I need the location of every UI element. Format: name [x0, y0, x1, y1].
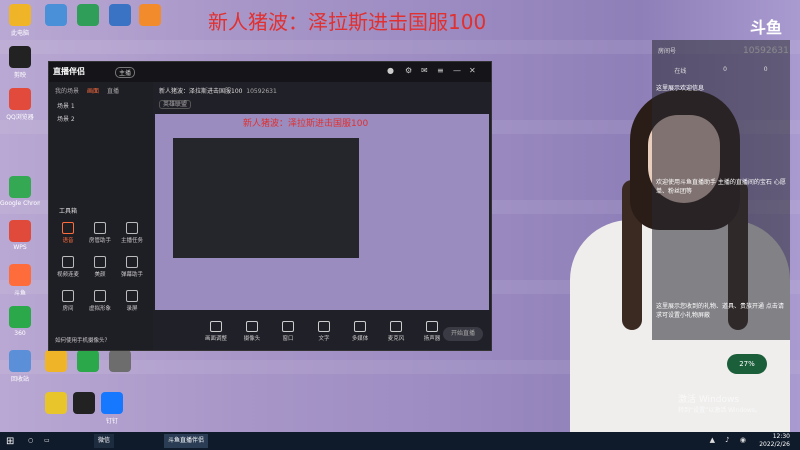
desktop-icon[interactable]: 360	[0, 306, 40, 337]
tool-media[interactable]: 多媒体	[347, 320, 373, 342]
tool-beauty[interactable]: 美颜	[85, 256, 115, 278]
tool-window[interactable]: 窗口	[275, 320, 301, 342]
desktop: 此电脑 剪映 QQ浏览器 Google Chrome WPS 斗鱼 360 回收…	[0, 0, 800, 432]
stream-info: 新人猪波：泽拉斯进击国服100 10592631	[153, 82, 491, 99]
avatar-icon[interactable]: ●	[387, 66, 394, 75]
stream-title-watermark: 新人猪波：泽拉斯进击国服100	[208, 10, 487, 34]
tab-scenes[interactable]: 我的场景	[55, 86, 79, 95]
tool-room[interactable]: 房间	[53, 290, 83, 312]
stream-preview[interactable]: 新人猪波：泽拉斯进击国服100	[155, 114, 489, 310]
start-icon[interactable]: ⊞	[6, 436, 14, 447]
desktop-icon[interactable]: 回收站	[0, 350, 40, 383]
toolbox-title: 工具箱	[59, 208, 78, 215]
main-area: 新人猪波：泽拉斯进击国服100 10592631 英雄联盟 新人猪波：泽拉斯进击…	[153, 82, 491, 350]
app-logo: 直播伴侣	[53, 67, 85, 76]
mail-icon[interactable]: ✉	[421, 66, 428, 75]
desktop-icon[interactable]	[130, 4, 170, 26]
sidebar: 我的场景 画面 直播 场景 1 场景 2 工具箱 语音 房管助手 主播任务 视频…	[49, 82, 154, 350]
phone-camera-tip[interactable]: 如何使用手机摄像头？	[55, 336, 110, 344]
tool-avatar[interactable]: 虚拟形象	[85, 290, 115, 312]
activate-windows-notice: 激活 Windows 转到“设置”以激活 Windows。	[678, 395, 761, 414]
tool-speaker[interactable]: 扬声器	[419, 320, 445, 342]
preview-watermark: 新人猪波：泽拉斯进击国服100	[243, 119, 369, 129]
tool-tasks[interactable]: 主播任务	[117, 222, 147, 244]
desktop-icon[interactable]	[100, 350, 140, 372]
assistant-message: 欢迎使用斗鱼直播助手 主播的直播间的宝石 心愿单、粉丝团等	[656, 179, 786, 195]
scene-item[interactable]: 场景 1	[49, 99, 153, 112]
tool-room-admin[interactable]: 房管助手	[85, 222, 115, 244]
live-id: 10592631	[246, 88, 277, 95]
system-tray[interactable]: ▲ ♪ ◉	[710, 436, 750, 444]
nested-preview	[173, 138, 359, 258]
desktop-icon[interactable]: 此电脑	[0, 4, 40, 37]
stream-title[interactable]: 新人猪波：泽拉斯进击国服100	[159, 88, 242, 95]
tool-video-link[interactable]: 视频连麦	[53, 256, 83, 278]
taskbar-app-douyu[interactable]: 斗鱼直播伴侣	[164, 434, 209, 448]
clock[interactable]: 12:30 2022/2/26	[759, 433, 790, 449]
go-live-button[interactable]: 开始直播	[443, 327, 483, 341]
tool-text[interactable]: 文字	[311, 320, 337, 342]
panel-header: 房间号	[658, 48, 677, 55]
minimize-icon[interactable]: —	[453, 66, 461, 75]
gift-message: 这里展示您收到的礼物、道具、贵族开通 点击请求可设置小礼物屏蔽	[656, 303, 784, 319]
search-icon[interactable]: ○	[24, 434, 37, 448]
tab-canvas[interactable]: 画面	[87, 86, 99, 95]
chat-overlay-panel: 房间号 在线 0 0 这里展示欢迎信息 欢迎使用斗鱼直播助手 主播的直播间的宝石…	[652, 40, 790, 340]
desktop-icon[interactable]: 剪映	[0, 46, 40, 79]
taskbar: ⊞ ○ ▭ 微信 斗鱼直播伴侣 ▲ ♪ ◉ 12:30 2022/2/26	[0, 432, 800, 450]
tool-voice[interactable]: 语音	[53, 222, 83, 244]
taskview-icon[interactable]: ▭	[40, 434, 54, 448]
tool-canvas-adjust[interactable]: 画面调整	[203, 320, 229, 342]
desktop-icon[interactable]: QQ浏览器	[0, 88, 40, 121]
user-tag[interactable]: 主播	[115, 67, 136, 78]
menu-icon[interactable]: ≡	[437, 66, 444, 75]
panel-stats: 在线 0 0	[674, 66, 768, 75]
sidebar-tabs: 我的场景 画面 直播	[49, 82, 153, 99]
scene-item[interactable]: 场景 2	[49, 112, 153, 125]
tool-mic[interactable]: 麦克风	[383, 320, 409, 342]
desktop-icon[interactable]: WPS	[0, 220, 40, 251]
tab-live[interactable]: 直播	[107, 86, 119, 95]
desktop-icon[interactable]: Google Chrome	[0, 176, 40, 207]
tool-record[interactable]: 录屏	[117, 290, 147, 312]
title-bar[interactable]: 直播伴侣 主播 ● ⚙ ✉ ≡ — ✕	[49, 62, 491, 82]
close-icon[interactable]: ✕	[469, 66, 476, 75]
category-row: 英雄联盟	[153, 99, 491, 112]
tool-danmaku[interactable]: 弹幕助手	[117, 256, 147, 278]
perf-widget[interactable]: 27%	[727, 354, 767, 374]
desktop-icon[interactable]: 斗鱼	[0, 264, 40, 297]
desktop-icon[interactable]	[64, 392, 104, 414]
tool-camera[interactable]: 摄像头	[239, 320, 265, 342]
settings-icon[interactable]: ⚙	[405, 66, 412, 75]
taskbar-app-wechat[interactable]: 微信	[94, 434, 115, 448]
category-tag[interactable]: 英雄联盟	[159, 100, 192, 109]
welcome-message: 这里展示欢迎信息	[656, 85, 705, 92]
live-companion-window[interactable]: 直播伴侣 主播 ● ⚙ ✉ ≡ — ✕ 我的场景 画面 直播 场景 1 场景 2…	[48, 61, 492, 351]
bottom-toolbar: 画面调整 摄像头 窗口 文字 多媒体 麦克风 扬声器	[153, 312, 541, 350]
